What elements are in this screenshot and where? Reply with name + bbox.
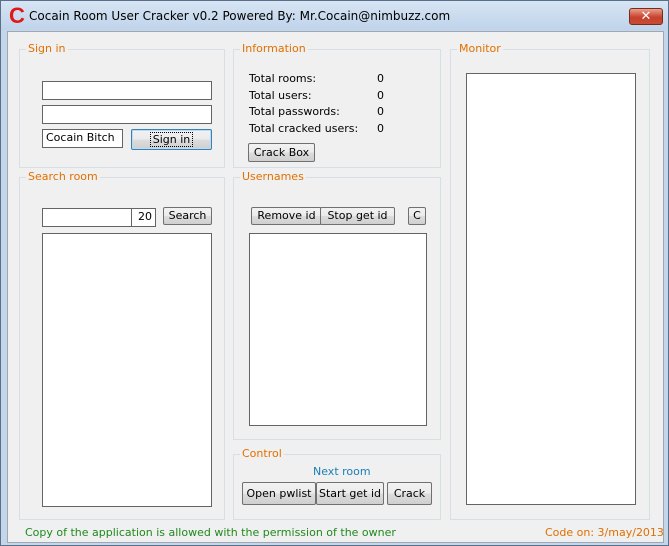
app-logo-icon: C — [9, 3, 25, 28]
sign-in-button-label: Sign in — [149, 132, 194, 147]
total-users-label: Total users: — [249, 89, 312, 102]
next-room-link[interactable]: Next room — [313, 465, 371, 478]
total-cracked-users-value: 0 — [377, 122, 384, 135]
room-list[interactable] — [42, 233, 212, 507]
title-bar[interactable]: C Cocain Room User Cracker v0.2 Powered … — [1, 1, 668, 30]
remove-id-button[interactable]: Remove id — [251, 207, 322, 225]
copyright-notice: Copy of the application is allowed with … — [25, 526, 396, 539]
monitor-group-title: Monitor — [457, 42, 503, 55]
start-get-id-button[interactable]: Start get id — [316, 482, 384, 505]
control-group-title: Control — [240, 447, 284, 460]
app-window: C Cocain Room User Cracker v0.2 Powered … — [0, 0, 669, 546]
total-users-value: 0 — [377, 89, 384, 102]
search-button[interactable]: Search — [163, 207, 212, 225]
code-date: Code on: 3/may/2013 — [545, 526, 664, 539]
close-button[interactable]: ✕ — [629, 8, 663, 25]
total-passwords-value: 0 — [377, 105, 384, 118]
password-input[interactable] — [42, 105, 212, 124]
clear-button[interactable]: C — [408, 207, 426, 225]
monitor-log[interactable] — [466, 73, 636, 505]
status-input[interactable]: Cocain Bitch — [42, 129, 123, 148]
crack-button[interactable]: Crack — [387, 482, 432, 505]
sign-in-group-title: Sign in — [26, 42, 68, 55]
total-passwords-label: Total passwords: — [249, 105, 340, 118]
client-area: Sign in Cocain Bitch Sign in Information… — [7, 31, 664, 543]
room-count-input[interactable]: 20 — [131, 208, 156, 227]
search-room-group: Search room 20 Search — [19, 170, 225, 520]
stop-get-id-button[interactable]: Stop get id — [320, 207, 395, 225]
sign-in-button[interactable]: Sign in — [131, 129, 212, 150]
search-room-group-title: Search room — [26, 170, 100, 183]
usernames-group-title: Usernames — [240, 170, 306, 183]
crack-box-button[interactable]: Crack Box — [248, 143, 315, 162]
room-search-input[interactable] — [42, 208, 134, 227]
total-cracked-users-label: Total cracked users: — [249, 122, 359, 135]
open-pwlist-button[interactable]: Open pwlist — [242, 482, 316, 505]
sign-in-group: Sign in Cocain Bitch Sign in — [19, 42, 225, 168]
control-group: Control Next room Open pwlist Start get … — [233, 447, 441, 520]
usernames-list[interactable] — [249, 233, 427, 426]
information-group: Information Total rooms: 0 Total users: … — [233, 42, 441, 168]
information-group-title: Information — [240, 42, 308, 55]
close-icon: ✕ — [640, 9, 652, 24]
window-title: Cocain Room User Cracker v0.2 Powered By… — [29, 9, 451, 23]
monitor-group: Monitor — [450, 42, 650, 520]
total-rooms-label: Total rooms: — [249, 72, 317, 85]
username-input[interactable] — [42, 81, 212, 100]
usernames-group: Usernames Remove id Stop get id C — [233, 170, 441, 440]
total-rooms-value: 0 — [377, 72, 384, 85]
